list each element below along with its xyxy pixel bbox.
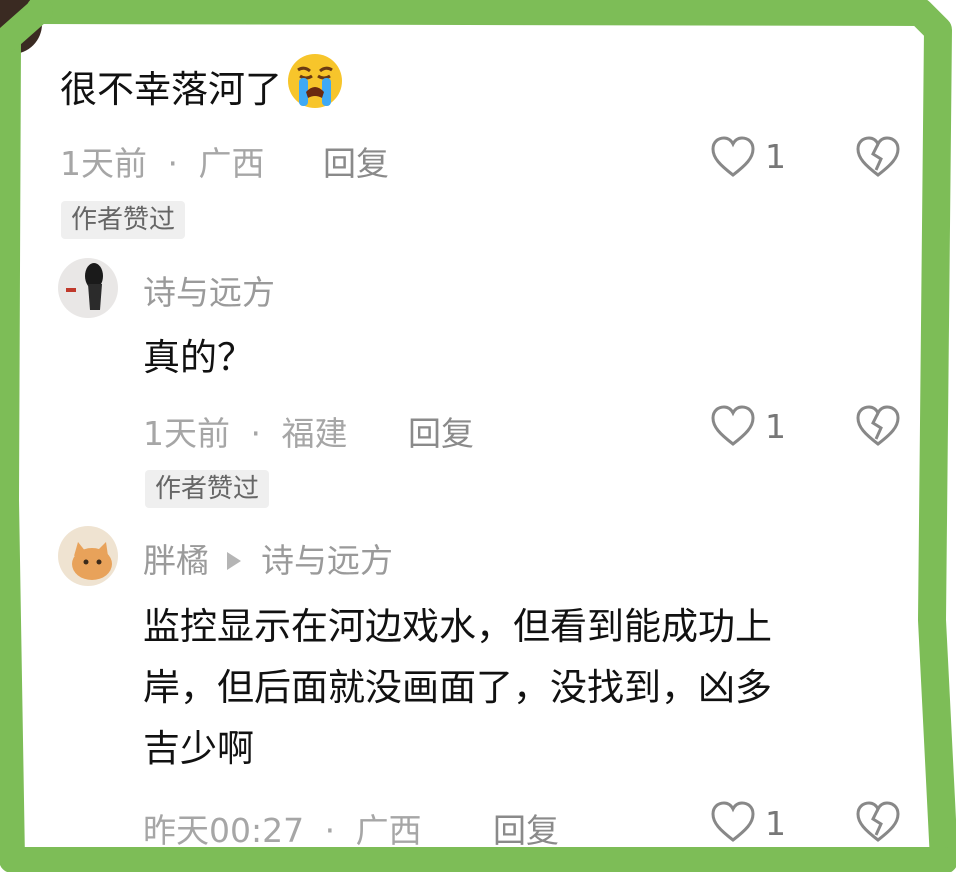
separator-dot: · [250,414,262,453]
avatar[interactable] [58,258,118,318]
separator-dot: · [167,144,179,183]
comment-text: 真的？ [143,336,254,379]
like-count: 1 [765,407,786,446]
comment-text-body: 很不幸落河了 [60,68,282,111]
avatar[interactable] [58,526,118,586]
comment-list: 很不幸落河了 1天前 · 广西 回复 1 作者赞过 诗与远方 真的？ 1天前 · [0,0,956,872]
comment-text: 监控显示在河边戏水，但看到能成功上 岸，但后面就没画面了，没找到，凶多 吉少啊 [143,596,772,779]
avatar[interactable] [0,0,42,54]
like-count: 1 [765,137,786,176]
comment-location: 广西 [198,144,265,183]
heart-icon[interactable] [710,404,756,448]
comment-meta: 1天前 · 广西 [60,137,265,185]
author-liked-badge: 作者赞过 [61,201,186,239]
like-count: 1 [765,804,786,843]
broken-heart-icon[interactable] [855,404,901,448]
username[interactable]: 胖橘 [143,541,209,580]
loudly-crying-face-emoji [288,54,342,108]
comment-text: 很不幸落河了 [60,52,344,120]
comment-meta: 1天前 · 福建 [143,407,348,455]
comment-time: 昨天00:27 [143,811,305,850]
heart-icon[interactable] [710,800,756,844]
reply-button[interactable]: 回复 [493,804,559,852]
heart-icon[interactable] [710,135,756,179]
comment-line: 岸，但后面就没画面了，没找到，凶多 [143,666,772,709]
comment-line: 吉少啊 [143,727,254,770]
comment-meta: 昨天00:27 · 广西 [143,804,422,852]
broken-heart-icon[interactable] [855,800,901,844]
reply-to-username[interactable]: 诗与远方 [261,541,393,580]
username[interactable]: 诗与远方 [143,266,275,314]
broken-heart-icon[interactable] [855,135,901,179]
comment-location: 广西 [355,811,422,850]
reply-to-arrow-icon [227,551,241,570]
reply-button[interactable]: 回复 [408,407,474,455]
separator-dot: · [324,811,336,850]
comment-location: 福建 [281,414,348,453]
comment-line: 监控显示在河边戏水，但看到能成功上 [143,605,772,648]
comment-time: 1天前 [143,414,230,453]
reply-header: 胖橘 诗与远方 [143,534,393,582]
author-liked-badge: 作者赞过 [145,470,270,508]
comment-time: 1天前 [60,144,147,183]
reply-button[interactable]: 回复 [323,137,389,185]
